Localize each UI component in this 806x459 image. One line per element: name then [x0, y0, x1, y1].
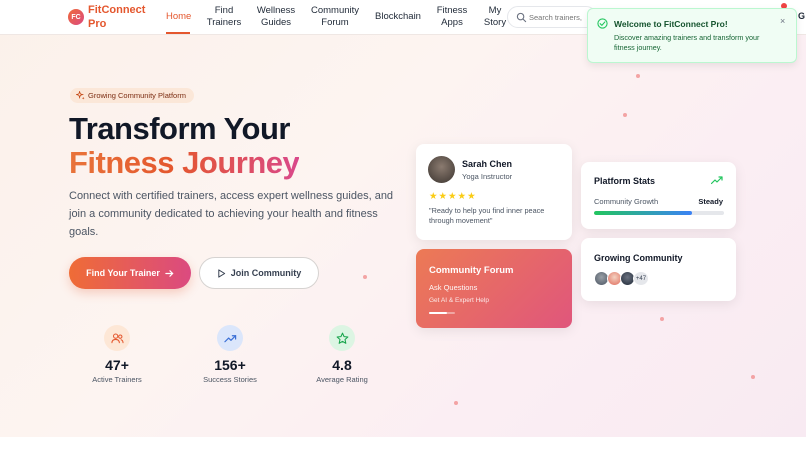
nav-community-forum[interactable]: Community Forum	[309, 5, 361, 29]
sparkles-icon	[76, 91, 85, 100]
brand-name-line1: FitConnect	[88, 4, 146, 16]
nav-label: Trainers	[206, 17, 242, 28]
hero-subtitle: Connect with certified trainers, access …	[69, 190, 394, 238]
star-rating: ★★★★★	[429, 191, 477, 202]
toast-title: Welcome to FitConnect Pro!	[614, 19, 728, 29]
decorative-dot	[636, 74, 640, 78]
users-icon	[104, 325, 130, 351]
platform-stats-title: Platform Stats	[594, 176, 656, 186]
join-community-button[interactable]: Join Community	[199, 257, 319, 289]
arrow-right-icon	[165, 269, 174, 277]
nav-label: Apps	[441, 17, 463, 28]
forum-card-title: Community Forum	[429, 265, 514, 276]
star-icon	[329, 325, 355, 351]
trainer-card[interactable]: Sarah Chen Yoga Instructor ★★★★★ "Ready …	[416, 144, 572, 240]
nav-home[interactable]: Home	[166, 11, 192, 23]
search-input[interactable]	[529, 10, 595, 24]
badge-label: Growing Community Platform	[88, 91, 186, 100]
forum-progress-fill	[429, 312, 448, 314]
nav-label: Fitness	[436, 5, 468, 16]
metric-label: Community Growth	[594, 197, 659, 206]
decorative-dot	[454, 401, 458, 405]
close-icon[interactable]: ×	[780, 16, 785, 26]
nav-label: Community	[310, 5, 360, 16]
button-label: Find Your Trainer	[86, 268, 160, 278]
stat-label: Success Stories	[203, 375, 257, 384]
stat-value: 156+	[214, 357, 246, 373]
brand-name-line2: Pro	[88, 18, 107, 30]
trainer-quote: "Ready to help you find inner peace thro…	[429, 206, 545, 225]
trending-up-icon	[711, 176, 723, 185]
metric-status: Steady	[698, 197, 723, 206]
hero-title-line1: Transform Your	[69, 111, 290, 146]
hero-title-line2: Fitness Journey	[69, 145, 300, 180]
nav-fitness-apps[interactable]: Fitness Apps	[434, 5, 470, 29]
search-box[interactable]	[507, 6, 597, 28]
nav-label: Story	[483, 17, 507, 28]
decorative-dot	[751, 375, 755, 379]
toast-message: Discover amazing trainers and transform …	[614, 33, 760, 52]
nav-label: My	[488, 5, 502, 16]
stat-value: 47+	[105, 357, 129, 373]
play-icon	[218, 268, 225, 278]
page-footer-area	[0, 437, 806, 459]
search-icon	[516, 12, 527, 23]
check-circle-icon	[597, 18, 608, 29]
nav-label: Blockchain	[375, 11, 421, 22]
nav-overflow-item[interactable]: G	[798, 11, 805, 21]
logo-badge[interactable]: FC	[68, 9, 84, 25]
button-label: Join Community	[230, 268, 302, 278]
avatar	[428, 156, 455, 183]
nav-label: Find	[214, 5, 234, 16]
decorative-dot	[660, 317, 664, 321]
stat-label: Active Trainers	[92, 375, 142, 384]
nav-blockchain[interactable]: Blockchain	[373, 11, 423, 23]
trainer-name: Sarah Chen	[462, 159, 513, 169]
forum-card-subtitle: Ask Questions	[429, 283, 478, 292]
nav-active-indicator	[166, 32, 190, 34]
decorative-dot	[623, 113, 627, 117]
growing-community-title: Growing Community	[594, 253, 683, 263]
platform-stats-card: Platform Stats Community Growth Steady	[581, 162, 736, 229]
nav-label: Wellness	[256, 5, 296, 16]
nav-label: Forum	[321, 17, 349, 28]
growth-progress-fill	[594, 211, 692, 215]
forum-card-caption: Get AI & Expert Help	[429, 297, 489, 304]
trainer-role: Yoga Instructor	[462, 172, 513, 181]
community-forum-card[interactable]: Community Forum Ask Questions Get AI & E…	[416, 249, 572, 328]
forum-progress-bar	[429, 312, 455, 314]
growing-community-card[interactable]: Growing Community +47	[581, 238, 736, 301]
stat-label: Average Rating	[316, 375, 368, 384]
nav-my-story[interactable]: My Story	[481, 5, 509, 29]
nav-label: Guides	[260, 17, 292, 28]
community-badge: Growing Community Platform	[70, 88, 194, 103]
nav-wellness-guides[interactable]: Wellness Guides	[254, 5, 298, 29]
nav-home-label: Home	[166, 11, 192, 22]
brand-name[interactable]: FitConnect Pro	[88, 3, 158, 31]
stat-value: 4.8	[332, 357, 352, 373]
nav-find-trainers[interactable]: Find Trainers	[204, 5, 244, 29]
welcome-toast: Welcome to FitConnect Pro! Discover amaz…	[587, 8, 797, 63]
find-trainer-button[interactable]: Find Your Trainer	[69, 257, 191, 289]
decorative-dot	[363, 275, 367, 279]
more-members-count: +47	[633, 271, 649, 286]
growth-progress-bar	[594, 211, 724, 215]
trending-up-icon	[217, 325, 243, 351]
